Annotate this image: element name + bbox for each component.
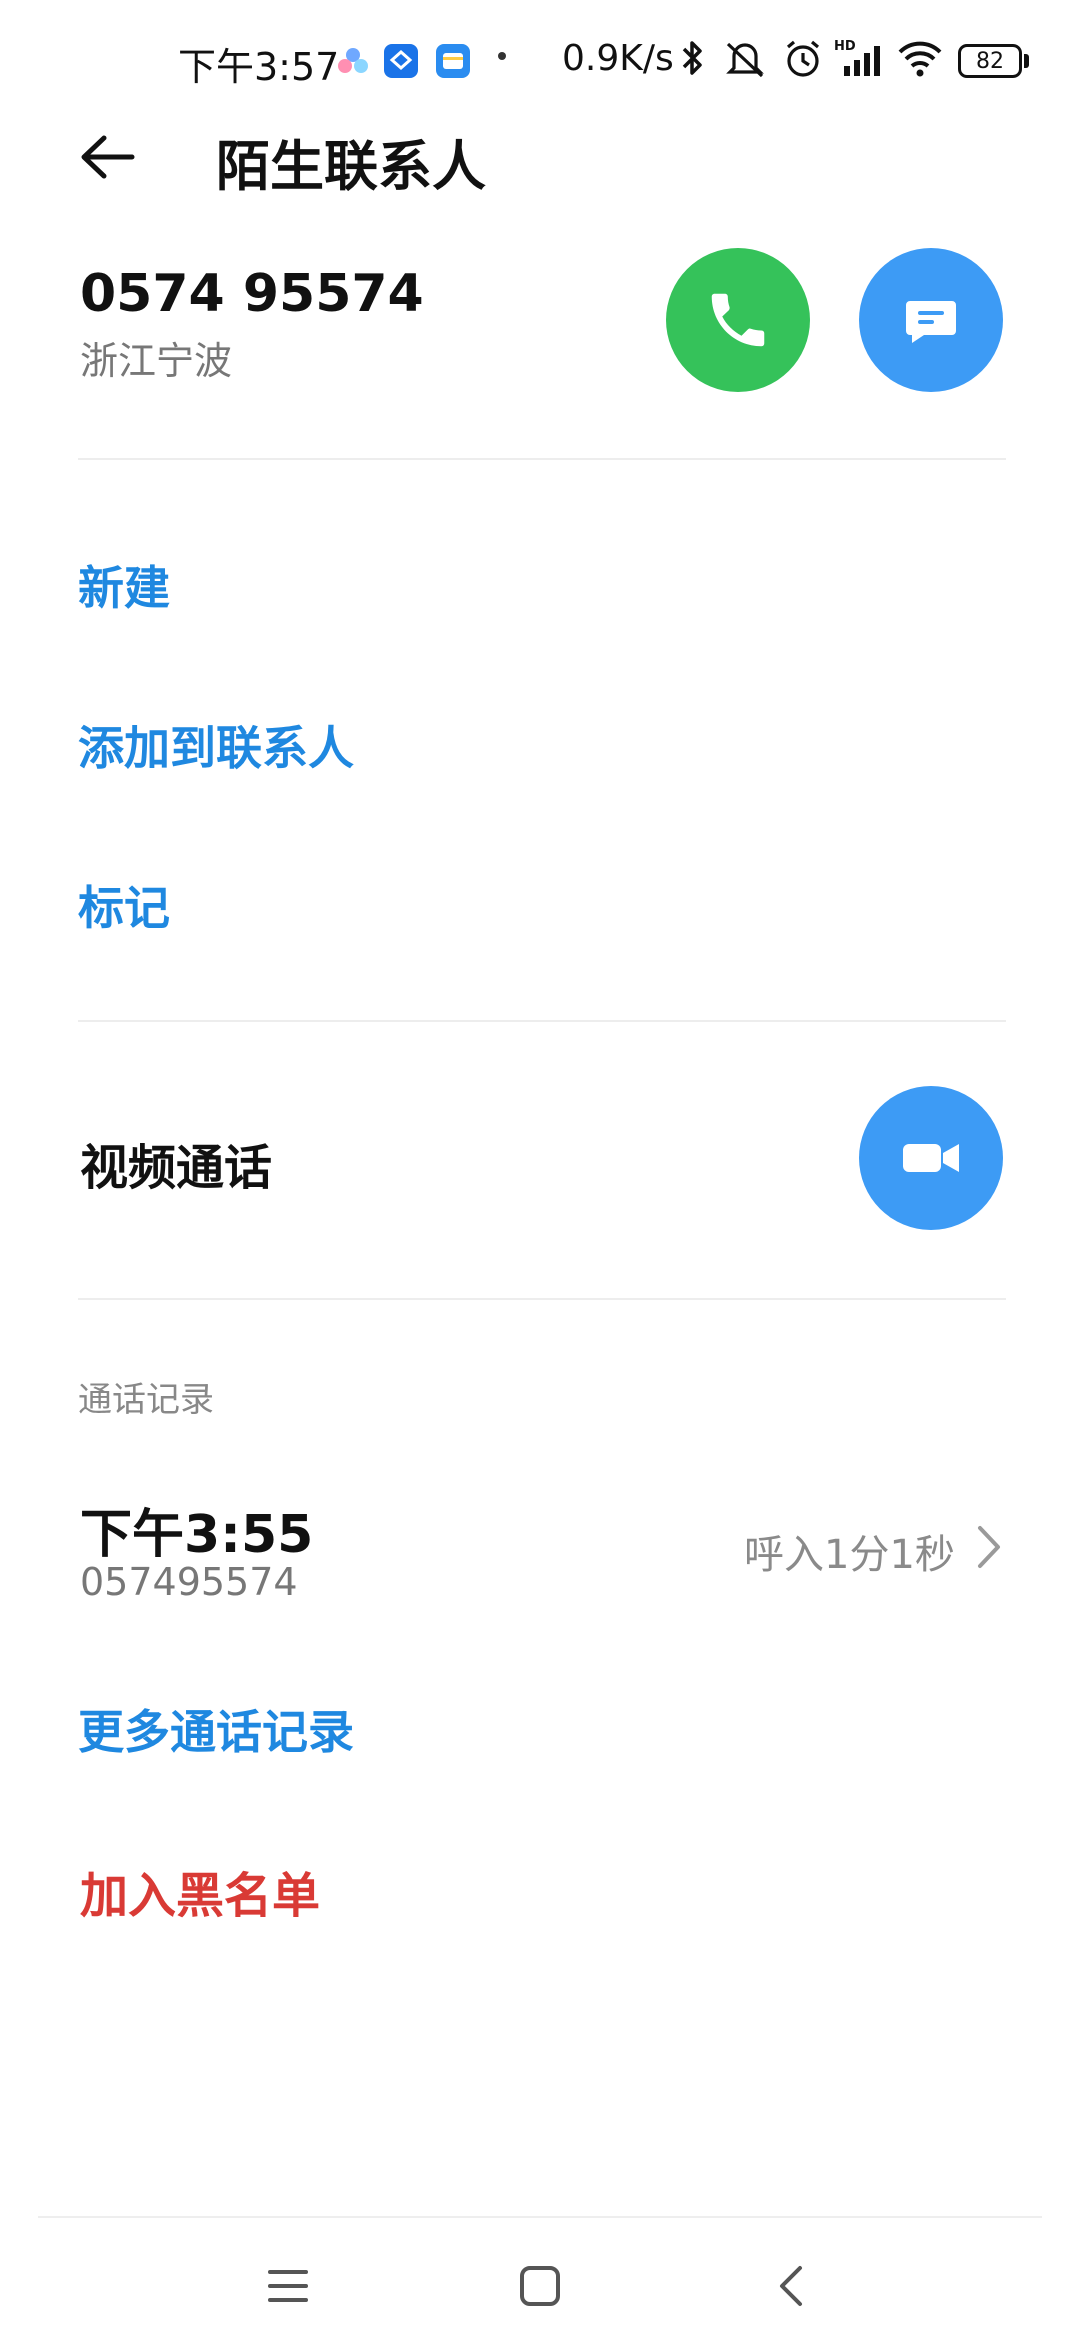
battery-tip (1024, 54, 1029, 68)
net-speed: 0.9K/s (562, 38, 674, 79)
status-time: 下午3:57 (178, 45, 340, 89)
contact-location: 浙江宁波 (80, 339, 233, 383)
video-camera-icon (903, 1144, 959, 1172)
video-call-button[interactable] (859, 1086, 1003, 1230)
wifi-icon (898, 41, 942, 77)
divider (78, 458, 1006, 460)
menu-icon[interactable] (258, 2256, 318, 2316)
divider (78, 1298, 1006, 1300)
call-log-entry[interactable]: 下午3:55 057495574 呼入1分1秒 (0, 1470, 1080, 1620)
add-to-contacts-link[interactable]: 添加到联系人 (78, 712, 354, 778)
home-icon[interactable] (510, 2256, 570, 2316)
call-time: 下午3:55 (80, 1505, 314, 1565)
bluetooth-icon (682, 41, 702, 75)
call-button[interactable] (666, 248, 810, 392)
message-button[interactable] (859, 248, 1003, 392)
battery-icon: 82 (958, 44, 1022, 78)
mark-link[interactable]: 标记 (78, 872, 170, 938)
call-log-section-label: 通话记录 (78, 1380, 214, 1420)
nav-back-icon[interactable] (762, 2256, 822, 2316)
call-summary: 呼入1分1秒 (744, 1532, 955, 1578)
message-icon (906, 301, 956, 343)
alarm-icon (786, 40, 820, 77)
page-title: 陌生联系人 (216, 135, 486, 198)
add-to-blacklist-button[interactable]: 加入黑名单 (80, 1856, 320, 1926)
more-call-log-link[interactable]: 更多通话记录 (78, 1696, 354, 1762)
call-number: 057495574 (80, 1560, 298, 1604)
svg-text:HD: HD (834, 39, 856, 54)
hd-signal-icon: HD (834, 39, 880, 76)
nav-divider (38, 2216, 1042, 2218)
status-bar: 下午3:57 0.9K/s HD 82 (0, 0, 1080, 120)
divider (78, 1020, 1006, 1022)
mute-icon (726, 42, 764, 78)
video-call-label: 视频通话 (80, 1140, 273, 1196)
status-dot (498, 52, 506, 60)
chevron-right-icon (978, 1526, 1000, 1568)
contact-number: 0574 95574 (80, 264, 424, 324)
cluster-icon (338, 48, 368, 73)
new-contact-link[interactable]: 新建 (78, 552, 170, 618)
bank-app-icon (384, 44, 418, 78)
battery-level: 82 (976, 48, 1004, 74)
wallet-app-icon (436, 44, 470, 78)
back-arrow-icon[interactable] (76, 124, 142, 190)
phone-icon (711, 293, 765, 347)
